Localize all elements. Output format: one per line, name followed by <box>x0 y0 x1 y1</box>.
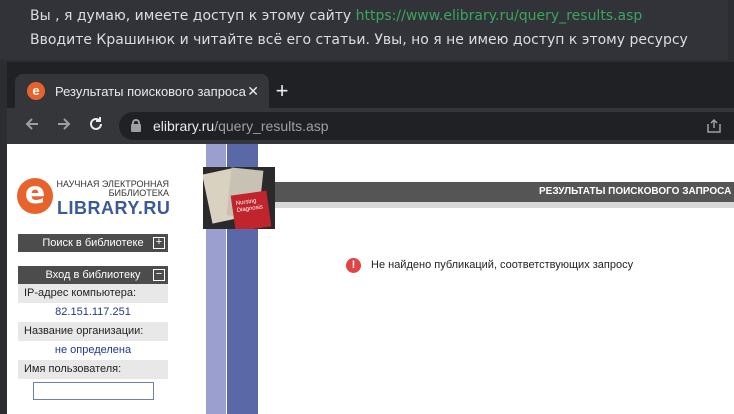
chat-link[interactable]: https://www.elibrary.ru/query_results.as… <box>356 8 643 24</box>
elibrary-favicon-icon: e <box>27 82 45 100</box>
journal-cover-text: Nursing Diagnosis <box>235 198 264 214</box>
web-page: e НАУЧНАЯ ЭЛЕКТРОННАЯ БИБЛИОТЕКА LIBRARY… <box>7 144 734 414</box>
username-label: Имя пользователя: <box>18 360 168 379</box>
lock-icon[interactable] <box>131 119 141 132</box>
chat-line-2: Вводите Крашинюк и читайте всё его стать… <box>30 32 688 48</box>
sidebar: Поиск в библиотеке + Вход в библиотеку −… <box>18 234 168 403</box>
browser-toolbar: elibrary.ru/query_results.asp <box>7 108 734 144</box>
tab-strip: e Результаты поискового запроса ✕ + <box>7 62 734 108</box>
browser-screenshot: e Результаты поискового запроса ✕ + elib… <box>7 62 734 414</box>
browser-tab[interactable]: e Результаты поискового запроса ✕ <box>15 74 269 108</box>
expand-icon[interactable]: + <box>153 237 165 249</box>
page-title: РЕЗУЛЬТАТЫ ПОИСКОВОГО ЗАПРОСА <box>275 182 734 202</box>
search-section-header[interactable]: Поиск в библиотеке + <box>18 234 168 252</box>
username-row <box>18 379 168 403</box>
org-value: не определена <box>18 341 168 360</box>
arrow-left-icon[interactable] <box>21 115 43 137</box>
title-divider <box>275 202 734 208</box>
url-path: /query_results.asp <box>214 118 329 134</box>
close-icon[interactable]: ✕ <box>247 82 259 100</box>
arrow-right-icon[interactable] <box>53 115 75 137</box>
chat-edge <box>728 0 734 60</box>
tab-title: Результаты поискового запроса <box>55 84 246 99</box>
login-section-header[interactable]: Вход в библиотеку − <box>18 266 168 284</box>
login-section-title: Вход в библиотеку <box>45 269 141 281</box>
collapse-icon[interactable]: − <box>153 269 165 281</box>
search-section-title: Поиск в библиотеке <box>42 237 144 249</box>
chat-message: Вы , я думаю, имеете доступ к этому сайт… <box>0 0 734 60</box>
chat-line-1-text: Вы , я думаю, имеете доступ к этому сайт… <box>30 8 356 24</box>
address-bar[interactable]: elibrary.ru/query_results.asp <box>119 112 734 140</box>
logo-e-icon: e <box>17 178 53 214</box>
username-input[interactable] <box>33 382 154 400</box>
reload-icon[interactable] <box>85 115 107 137</box>
url-text[interactable]: elibrary.ru/query_results.asp <box>153 118 329 134</box>
ip-value: 82.151.117.251 <box>18 303 168 322</box>
logo-tagline: НАУЧНАЯ ЭЛЕКТРОННАЯ БИБЛИОТЕКА <box>56 179 169 198</box>
new-tab-button[interactable]: + <box>269 79 295 105</box>
chat-line-1: Вы , я думаю, имеете доступ к этому сайт… <box>30 8 642 24</box>
logo-wordmark: LIBRARY.RU <box>57 198 171 218</box>
url-host: elibrary.ru <box>153 118 215 134</box>
share-icon[interactable] <box>706 118 722 134</box>
elibrary-logo[interactable]: e НАУЧНАЯ ЭЛЕКТРОННАЯ БИБЛИОТЕКА LIBRARY… <box>17 178 177 218</box>
notice-text: Не найдено публикаций, соответствующих з… <box>371 259 634 271</box>
alert-icon: ! <box>346 258 361 273</box>
journals-image: Nursing Diagnosis <box>203 167 275 229</box>
ip-label: IP-адрес компьютера: <box>18 284 168 303</box>
org-label: Название организации: <box>18 322 168 341</box>
